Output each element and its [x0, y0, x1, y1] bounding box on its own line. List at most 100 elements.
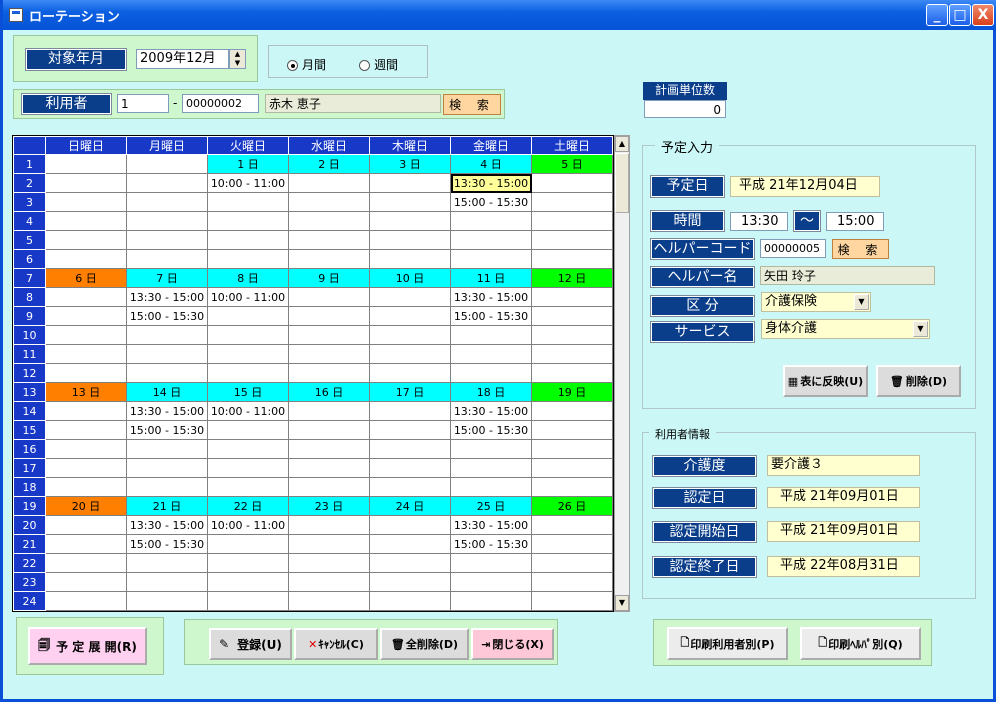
time-to-input[interactable]: 15:00 — [826, 212, 884, 231]
schedule-cell[interactable] — [45, 439, 127, 459]
service-select[interactable]: 身体介護 — [761, 319, 930, 339]
schedule-cell[interactable] — [369, 401, 451, 421]
schedule-cell[interactable]: 13:30 - 15:00 — [450, 401, 532, 421]
print-by-helper-button[interactable]: 🗋 印刷ﾍﾙﾊﾟ別(Q) — [800, 627, 921, 660]
schedule-cell[interactable] — [531, 192, 613, 212]
schedule-cell[interactable] — [531, 363, 613, 383]
schedule-cell[interactable] — [288, 534, 370, 554]
schedule-cell[interactable] — [45, 344, 127, 364]
schedule-cell[interactable] — [369, 591, 451, 611]
schedule-cell[interactable] — [126, 344, 208, 364]
date-cell[interactable]: 21 日 — [126, 496, 208, 516]
date-cell[interactable] — [126, 154, 208, 174]
date-cell[interactable]: 13 日 — [45, 382, 127, 402]
schedule-cell[interactable] — [288, 420, 370, 440]
schedule-cell[interactable]: 15:00 - 15:30 — [126, 420, 208, 440]
schedule-cell[interactable] — [288, 249, 370, 269]
schedule-cell[interactable]: 15:00 - 15:30 — [450, 306, 532, 326]
schedule-cell[interactable] — [369, 534, 451, 554]
service-dropdown-icon[interactable]: ▼ — [913, 321, 928, 337]
date-cell[interactable]: 14 日 — [126, 382, 208, 402]
calendar-scrollbar[interactable]: ▲ ▼ — [614, 135, 630, 612]
schedule-cell[interactable] — [288, 173, 370, 193]
schedule-cell[interactable] — [288, 192, 370, 212]
schedule-cell[interactable] — [369, 363, 451, 383]
schedule-cell[interactable] — [207, 553, 289, 573]
close-button[interactable]: ⇥ 閉じる(X) — [471, 628, 554, 660]
date-cell[interactable]: 11 日 — [450, 268, 532, 288]
maximize-button[interactable]: □ — [949, 4, 971, 26]
schedule-cell[interactable] — [369, 572, 451, 592]
schedule-cell[interactable] — [450, 363, 532, 383]
date-cell[interactable]: 3 日 — [369, 154, 451, 174]
schedule-cell[interactable] — [288, 591, 370, 611]
date-cell[interactable]: 22 日 — [207, 496, 289, 516]
date-cell[interactable]: 9 日 — [288, 268, 370, 288]
schedule-cell[interactable] — [531, 534, 613, 554]
close-window-button[interactable]: X — [972, 4, 994, 26]
schedule-cell[interactable] — [45, 553, 127, 573]
schedule-cell[interactable]: 15:00 - 15:30 — [450, 192, 532, 212]
date-cell[interactable]: 2 日 — [288, 154, 370, 174]
schedule-cell[interactable] — [207, 230, 289, 250]
schedule-cell[interactable] — [288, 306, 370, 326]
schedule-cell[interactable]: 15:00 - 15:30 — [126, 534, 208, 554]
schedule-cell[interactable] — [531, 591, 613, 611]
schedule-cell[interactable] — [369, 173, 451, 193]
date-cell[interactable]: 12 日 — [531, 268, 613, 288]
category-dropdown-icon[interactable]: ▼ — [854, 294, 869, 310]
schedule-cell[interactable] — [531, 325, 613, 345]
schedule-cell[interactable] — [531, 230, 613, 250]
schedule-cell[interactable] — [126, 572, 208, 592]
schedule-cell[interactable] — [369, 458, 451, 478]
schedule-cell[interactable] — [126, 192, 208, 212]
user-from-input[interactable]: 1 — [117, 94, 169, 113]
expand-schedule-button[interactable]: 🗐 予 定 展 開(R) — [28, 627, 147, 665]
radio-month[interactable]: 月間 — [287, 56, 326, 73]
date-cell[interactable]: 17 日 — [369, 382, 451, 402]
schedule-cell[interactable] — [531, 344, 613, 364]
schedule-cell[interactable]: 15:00 - 15:30 — [126, 306, 208, 326]
schedule-cell[interactable] — [531, 477, 613, 497]
radio-month-indicator[interactable] — [287, 60, 298, 71]
radio-week-indicator[interactable] — [359, 60, 370, 71]
schedule-cell[interactable] — [45, 458, 127, 478]
schedule-cell[interactable] — [369, 344, 451, 364]
schedule-cell[interactable] — [207, 249, 289, 269]
schedule-cell[interactable] — [288, 230, 370, 250]
scroll-thumb[interactable] — [615, 153, 629, 213]
schedule-cell[interactable] — [369, 249, 451, 269]
date-cell[interactable]: 6 日 — [45, 268, 127, 288]
schedule-cell[interactable]: 13:30 - 15:00 — [450, 173, 532, 193]
schedule-cell[interactable] — [450, 344, 532, 364]
schedule-cell[interactable] — [450, 439, 532, 459]
schedule-cell[interactable] — [369, 211, 451, 231]
schedule-cell[interactable]: 10:00 - 11:00 — [207, 515, 289, 535]
schedule-cell[interactable] — [531, 401, 613, 421]
schedule-cell[interactable] — [450, 458, 532, 478]
date-cell[interactable]: 20 日 — [45, 496, 127, 516]
date-cell[interactable]: 10 日 — [369, 268, 451, 288]
schedule-cell[interactable] — [207, 192, 289, 212]
schedule-cell[interactable] — [207, 458, 289, 478]
schedule-cell[interactable] — [531, 173, 613, 193]
schedule-cell[interactable] — [288, 515, 370, 535]
schedule-cell[interactable] — [126, 458, 208, 478]
schedule-cell[interactable] — [207, 439, 289, 459]
schedule-cell[interactable] — [45, 591, 127, 611]
register-button[interactable]: ✎ 登録(U) — [209, 628, 292, 660]
schedule-cell[interactable]: 10:00 - 11:00 — [207, 401, 289, 421]
time-from-input[interactable]: 13:30 — [730, 212, 788, 231]
helper-search-button[interactable]: 検 索 — [832, 239, 889, 259]
schedule-cell[interactable] — [45, 515, 127, 535]
schedule-cell[interactable]: 13:30 - 15:00 — [126, 515, 208, 535]
schedule-cell[interactable] — [45, 211, 127, 231]
schedule-cell[interactable] — [45, 572, 127, 592]
scroll-up-arrow[interactable]: ▲ — [615, 136, 629, 152]
schedule-cell[interactable]: 10:00 - 11:00 — [207, 173, 289, 193]
schedule-cell[interactable] — [126, 230, 208, 250]
schedule-cell[interactable] — [531, 439, 613, 459]
schedule-cell[interactable] — [45, 401, 127, 421]
schedule-cell[interactable] — [126, 249, 208, 269]
schedule-cell[interactable]: 15:00 - 15:30 — [450, 534, 532, 554]
